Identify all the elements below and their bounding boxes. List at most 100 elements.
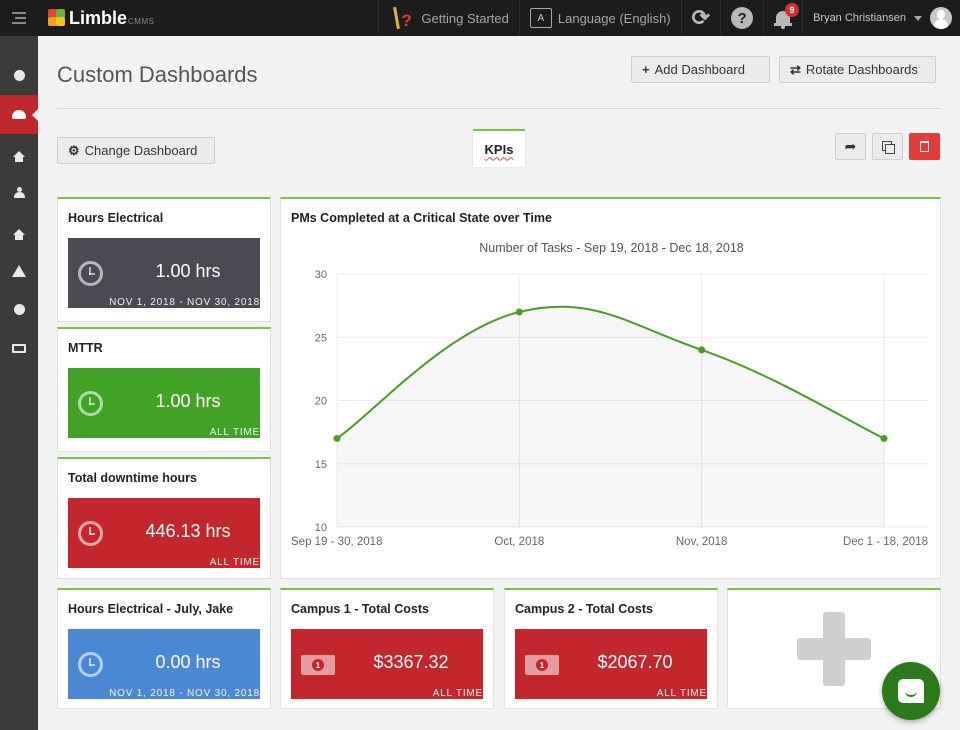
logo[interactable]: Limble CMMS [48,8,154,29]
sidebar-item-settings[interactable] [0,290,38,329]
widget-title: MTTR [68,341,103,355]
notification-badge: 9 [785,3,800,17]
money-icon: 1 [301,655,335,675]
kpi-value: $2067.70 [597,652,673,672]
dashboard-gauge-icon: ⚙ [68,142,80,158]
widget-title: Campus 2 - Total Costs [515,602,653,616]
share-icon: ➦ [844,138,857,154]
kpi-tile: 1.00 hrs ALL TIME [68,368,260,438]
kpi-period: NOV 1, 2018 - NOV 30, 2018 [109,688,260,699]
kpi-tile: 446.13 hrs ALL TIME [68,498,260,568]
clock-icon [78,652,103,677]
data-point [515,308,523,316]
getting-started-link[interactable]: ? Getting Started [378,0,518,36]
tab-kpis-label: KPIs [484,141,514,157]
user-icon [13,187,25,198]
widget-title: Hours Electrical - July, Jake [68,602,234,616]
widget-title: Total downtime hours [68,471,197,485]
money-icon [12,344,26,353]
kpi-period: ALL TIME [209,427,260,438]
sync-button[interactable]: ⟳ [680,0,720,36]
share-dashboard-button[interactable]: ➦ [835,133,866,160]
brand-sub: CMMS [128,16,155,26]
chat-icon [898,679,924,703]
kpi-value: $3367.32 [373,652,449,672]
x-tick-label: Oct, 2018 [494,536,544,548]
kpi-value: 1.00 hrs [155,391,221,411]
clock-icon [78,261,103,286]
top-nav-bar: Limble CMMS ? Getting Started A Language… [0,0,960,36]
sidebar-item-costs[interactable] [0,329,38,368]
getting-started-label: Getting Started [421,10,509,26]
series-area [337,307,884,527]
globe-icon [13,70,25,81]
kpi-period: ALL TIME [656,688,707,699]
widget-hours-electrical-july[interactable]: Hours Electrical - July, Jake 0.00 hrs N… [57,588,271,709]
y-tick-label: 25 [315,332,327,344]
widget-campus-2-costs[interactable]: Campus 2 - Total Costs 1 $2067.70 ALL TI… [504,588,718,709]
main-content: Custom Dashboards + Add Dashboard ⇄ Rota… [38,36,960,730]
limble-logo-icon [48,9,66,27]
user-menu[interactable]: Bryan Christiansen [802,0,960,36]
widget-pm-critical-chart[interactable]: PMs Completed at a Critical State over T… [280,197,941,579]
tab-kpis[interactable]: KPIs [473,129,525,167]
language-label: Language (English) [557,10,671,26]
copy-dashboard-button[interactable] [872,133,903,160]
kpi-period: NOV 1, 2018 - NOV 30, 2018 [109,297,260,308]
data-point [333,434,341,442]
y-tick-label: 10 [315,522,327,534]
widget-mttr[interactable]: MTTR 1.00 hrs ALL TIME [57,327,271,452]
avatar [930,7,952,29]
clock-icon [78,521,103,546]
rotate-icon: ⇄ [790,61,801,77]
add-dashboard-button[interactable]: + Add Dashboard [631,56,770,83]
page-title: Custom Dashboards [57,62,258,87]
widget-title: Campus 1 - Total Costs [291,602,429,616]
change-dashboard-button[interactable]: ⚙ Change Dashboard [57,137,215,164]
header-divider [57,108,940,109]
widget-hours-electrical[interactable]: Hours Electrical 1.00 hrs NOV 1, 2018 - … [57,197,271,322]
brand-name: Limble [69,7,128,28]
copy-icon [881,140,895,154]
x-tick-label: Sep 19 - 30, 2018 [291,536,382,548]
delete-dashboard-button[interactable] [909,133,940,160]
sidebar-item-global[interactable] [0,56,38,95]
sidebar-item-users[interactable] [0,173,38,212]
home-icon [13,150,25,162]
language-selector[interactable]: A Language (English) [518,0,681,36]
change-dashboard-label: Change Dashboard [84,143,198,158]
trash-icon [920,141,929,152]
sidebar-item-locations[interactable] [0,212,38,251]
x-tick-label: Dec 1 - 18, 2018 [843,536,928,548]
help-button[interactable]: ? [720,0,763,36]
kpi-value: 446.13 hrs [145,521,231,541]
kpi-period: ALL TIME [209,557,260,568]
add-widget-plus-icon[interactable] [797,612,871,686]
kpi-tile: 1 $2067.70 ALL TIME [515,629,707,699]
menu-toggle-icon[interactable] [0,0,38,36]
kpi-value: 1.00 hrs [155,261,221,281]
sync-icon: ⟳ [691,5,711,30]
data-point [880,434,888,442]
user-name: Bryan Christiansen [813,12,906,24]
getting-started-icon: ? [389,5,415,31]
y-tick-label: 30 [315,269,327,281]
notifications-button[interactable]: 9 [763,0,802,36]
widget-campus-1-costs[interactable]: Campus 1 - Total Costs 1 $3367.32 ALL TI… [280,588,494,709]
sidebar-item-alerts[interactable] [0,251,38,290]
warning-icon [12,264,26,277]
rotate-dashboards-button[interactable]: ⇄ Rotate Dashboards [779,56,936,83]
widget-total-downtime[interactable]: Total downtime hours 446.13 hrs ALL TIME [57,457,271,579]
plus-icon: + [642,62,650,77]
chat-support-button[interactable] [882,662,940,720]
kpi-value: 0.00 hrs [155,652,221,672]
language-icon: A [529,8,552,28]
chevron-down-icon [914,15,922,21]
sidebar-item-home[interactable] [0,134,38,173]
rotate-dashboards-label: Rotate Dashboards [805,62,918,77]
sidebar-item-dashboards[interactable] [0,95,39,134]
kpi-period: ALL TIME [432,688,483,699]
kpi-tile: 1 $3367.32 ALL TIME [291,629,483,699]
gear-icon [13,304,25,315]
dashboard-gauge-icon [12,110,26,119]
